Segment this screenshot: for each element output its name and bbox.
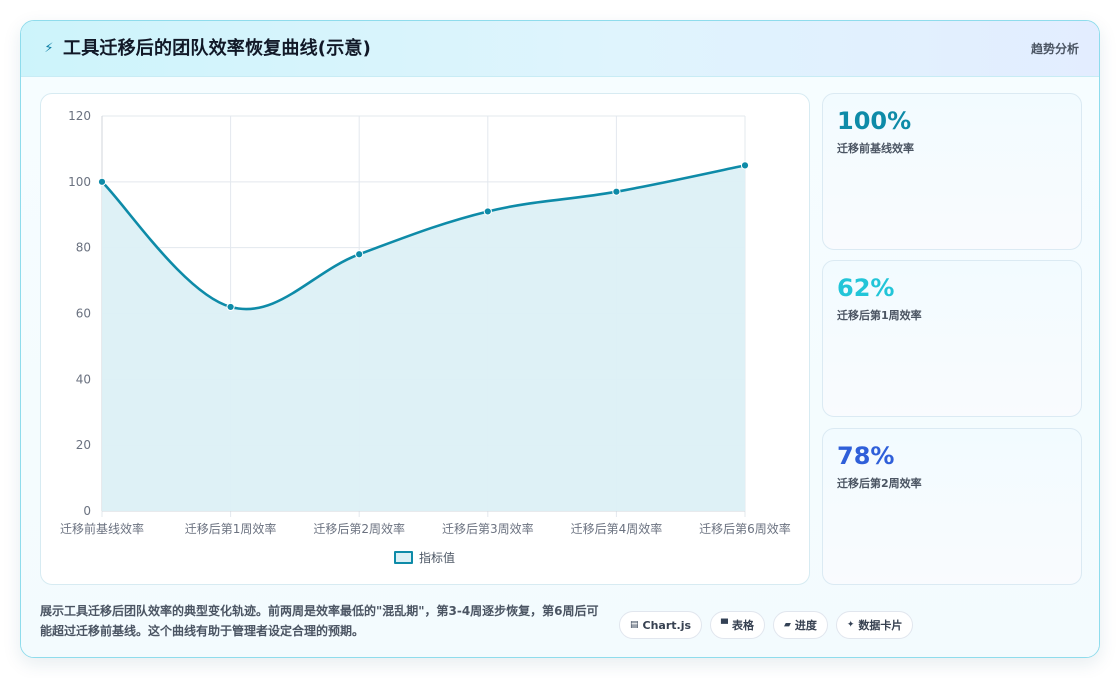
data-point [740,161,750,170]
x-tick-label: 迁移前基线效率 [60,521,144,536]
y-tick-label: 20 [76,438,91,452]
data-point [355,250,364,259]
data-point [226,302,235,312]
y-tick-label: 120 [68,109,91,123]
data-point [483,207,492,216]
y-tick-label: 40 [76,372,91,386]
chip-label: 数据卡片 [858,619,903,632]
stat-value: 100% [837,107,912,135]
stat-label: 迁移后第2周效率 [837,477,922,490]
chart-panel: 0 20 40 60 80 100 120 迁移前基线效率 迁移后第1周效率 迁移后第2周效率 迁移… [40,93,810,585]
stat-label: 迁移后第1周效率 [837,309,922,322]
page-title: 工具迁移后的团队效率恢复曲线(示意) [63,38,372,59]
x-tick-label: 迁移后第6周效率 [699,521,791,536]
table-icon: ▀ [721,620,728,630]
y-tick-label: 60 [76,307,91,321]
dashboard-card: ⚡ 工具迁移后的团队效率恢复曲线(示意) 趋势分析 0 20 40 60 80 100 12… [20,20,1100,658]
stat-label: 迁移前基线效率 [837,142,914,155]
line-chart: 0 20 40 60 80 100 120 迁移前基线效率 迁移后第1周效率 迁移后第2周效率 迁移… [60,109,791,536]
y-tick-label: 100 [68,175,91,189]
legend-swatch [394,550,413,564]
chip-label: Chart.js [642,618,692,632]
lightning-icon: ⚡ [44,41,54,56]
sparkle-icon: ✦ [846,620,855,630]
data-point [612,187,621,196]
x-tick-label: 迁移后第3周效率 [442,521,534,536]
x-tick-label: 迁移后第1周效率 [185,521,277,536]
chip-progress[interactable]: ▰ 进度 [772,611,828,639]
card-header: ⚡ 工具迁移后的团队效率恢复曲线(示意) 趋势分析 [21,21,1099,77]
chip-table[interactable]: ▀ 表格 [710,611,765,639]
chip-label: 表格 [731,619,754,632]
stat-card-baseline: 100% 迁移前基线效率 [822,93,1082,250]
progress-icon: ▰ [783,620,791,630]
feature-chips: ▤ Chart.js ▀ 表格 ▰ 进度 ✦ 数据卡片 [619,611,914,639]
chip-chartjs[interactable]: ▤ Chart.js [619,611,703,639]
legend-label: 指标值 [419,550,456,565]
data-point [97,177,107,186]
chart-description: 展示工具迁移后团队效率的典型变化轨迹。前两周是效率最低的"混乱期"，第3-4周逐… [40,604,599,638]
stat-value: 78% [837,442,895,470]
x-tick-label: 迁移后第2周效率 [313,521,405,536]
chip-data-card[interactable]: ✦ 数据卡片 [835,611,914,639]
x-tick-label: 迁移后第4周效率 [571,521,663,536]
stat-card-week2: 78% 迁移后第2周效率 [822,428,1082,585]
chart-icon: ▤ [630,620,639,630]
series-area [102,165,745,511]
card-body: 0 20 40 60 80 100 120 迁移前基线效率 迁移后第1周效率 迁移后第2周效率 迁移… [21,77,1099,657]
y-tick-label: 0 [83,504,91,518]
chart-legend[interactable]: 指标值 [394,548,455,566]
trend-analysis-tag: 趋势分析 [1030,42,1079,56]
chip-label: 进度 [794,619,817,632]
stat-value: 62% [837,274,895,302]
y-tick-label: 80 [76,241,91,255]
stat-card-week1: 62% 迁移后第1周效率 [822,260,1082,417]
